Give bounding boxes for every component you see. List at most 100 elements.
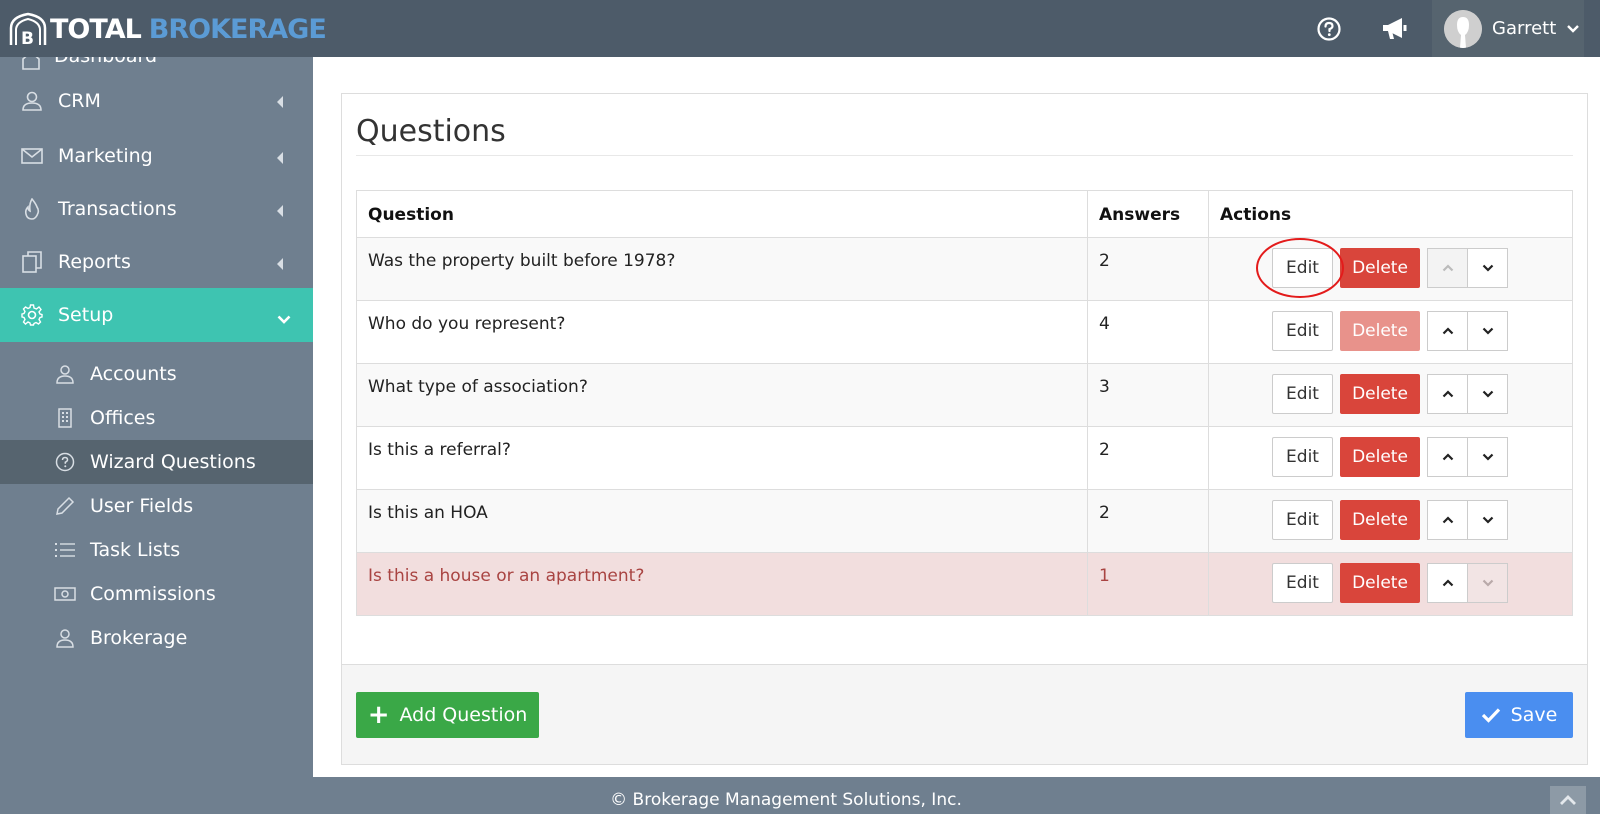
delete-button[interactable]: Delete xyxy=(1340,563,1420,603)
edit-button[interactable]: Edit xyxy=(1272,500,1333,540)
pencil-icon xyxy=(54,495,76,517)
sidebar-item-label: Reports xyxy=(58,250,131,273)
actions-cell: Edit Delete xyxy=(1208,552,1573,616)
avatar xyxy=(1444,9,1482,48)
sidebar-item-marketing[interactable]: Marketing xyxy=(0,129,313,182)
home-icon xyxy=(20,57,42,73)
actions-cell: Edit Delete xyxy=(1208,489,1573,553)
sidebar-item-label: Transactions xyxy=(58,197,177,220)
flame-icon xyxy=(20,197,44,221)
sidebar-item-label: Dashboard xyxy=(54,57,157,67)
sidebar-subitem-label: User Fields xyxy=(90,495,194,517)
sidebar-item-wizard-questions[interactable]: Wizard Questions xyxy=(0,440,313,484)
sidebar-item-label: Marketing xyxy=(58,144,153,167)
chevron-left-icon xyxy=(275,201,285,223)
move-down-button[interactable] xyxy=(1467,563,1508,603)
save-button[interactable]: Save xyxy=(1465,692,1573,738)
sidebar-item-transactions[interactable]: Transactions xyxy=(0,182,313,235)
page-footer: © Brokerage Management Solutions, Inc. xyxy=(0,777,1600,814)
actions-cell: Edit Delete xyxy=(1208,237,1573,301)
move-down-button[interactable] xyxy=(1467,500,1508,540)
sidebar-item-brokerage[interactable]: Brokerage xyxy=(0,616,313,660)
actions-cell: Edit Delete xyxy=(1208,426,1573,490)
plus-icon: + xyxy=(367,700,390,730)
move-up-button[interactable] xyxy=(1427,437,1468,477)
sidebar-item-commissions[interactable]: Commissions xyxy=(0,572,313,616)
chevron-up-icon xyxy=(1442,327,1453,335)
brand-logo[interactable]: B TOTAL BROKERAGE xyxy=(8,10,327,49)
chevron-down-icon xyxy=(1566,19,1580,38)
question-cell: What type of association? xyxy=(356,363,1088,427)
sidebar-item-setup[interactable]: Setup xyxy=(0,288,313,342)
user-icon xyxy=(54,363,76,385)
sidebar-item-accounts[interactable]: Accounts xyxy=(0,352,313,396)
chevron-up-icon xyxy=(1442,579,1453,587)
chevron-left-icon xyxy=(275,92,285,114)
chevron-up-icon xyxy=(1442,264,1453,272)
save-label: Save xyxy=(1510,704,1558,726)
sidebar-item-label: CRM xyxy=(58,90,101,112)
actions-cell: Edit Delete xyxy=(1208,300,1573,364)
sidebar-subitem-label: Task Lists xyxy=(90,539,181,561)
move-down-button[interactable] xyxy=(1467,437,1508,477)
delete-button[interactable]: Delete xyxy=(1340,374,1420,414)
sidebar-subitem-label: Commissions xyxy=(90,583,216,605)
questions-table: Question Answers Actions Was the propert… xyxy=(356,190,1573,616)
megaphone-icon[interactable] xyxy=(1380,14,1410,44)
move-down-button[interactable] xyxy=(1467,248,1508,288)
divider xyxy=(356,155,1573,156)
table-row: Was the property built before 1978? 2 Ed… xyxy=(356,237,1573,301)
answers-cell: 2 xyxy=(1087,426,1209,490)
house-logo-icon: B xyxy=(8,11,48,49)
delete-button[interactable]: Delete xyxy=(1340,437,1420,477)
table-row: Is this a referral? 2 Edit Delete xyxy=(356,426,1573,490)
question-cell: Who do you represent? xyxy=(356,300,1088,364)
money-icon xyxy=(54,583,76,605)
user-menu[interactable]: Garrett xyxy=(1432,0,1584,57)
delete-button[interactable]: Delete xyxy=(1340,311,1420,351)
edit-button[interactable]: Edit xyxy=(1272,374,1333,414)
questions-panel: Questions Question Answers Actions Was t… xyxy=(341,93,1588,765)
sidebar-subitem-label: Brokerage xyxy=(90,627,188,649)
move-up-button[interactable] xyxy=(1427,500,1468,540)
delete-button[interactable]: Delete xyxy=(1340,248,1420,288)
edit-button[interactable]: Edit xyxy=(1272,311,1333,351)
move-down-button[interactable] xyxy=(1467,311,1508,351)
question-circle-icon[interactable] xyxy=(1314,14,1344,44)
chevron-down-icon xyxy=(1482,390,1493,398)
edit-button[interactable]: Edit xyxy=(1272,437,1333,477)
answers-cell: 1 xyxy=(1087,552,1209,616)
scroll-to-top-button[interactable] xyxy=(1550,786,1586,814)
sidebar-subitem-label: Offices xyxy=(90,407,156,429)
move-up-button[interactable] xyxy=(1427,374,1468,414)
sidebar-item-dashboard[interactable]: Dashboard xyxy=(0,57,313,73)
move-up-button[interactable] xyxy=(1427,563,1468,603)
svg-text:B: B xyxy=(21,29,34,47)
move-down-button[interactable] xyxy=(1467,374,1508,414)
answers-cell: 3 xyxy=(1087,363,1209,427)
sidebar-item-task-lists[interactable]: Task Lists xyxy=(0,528,313,572)
table-row: Is this an HOA 2 Edit Delete xyxy=(356,489,1573,553)
column-header-question: Question xyxy=(356,190,1088,238)
chevron-up-icon xyxy=(1442,390,1453,398)
panel-footer: + Add Question Save xyxy=(342,664,1587,764)
move-up-button[interactable] xyxy=(1427,311,1468,351)
move-up-button[interactable] xyxy=(1427,248,1468,288)
table-row: Who do you represent? 4 Edit Delete xyxy=(356,300,1573,364)
edit-button[interactable]: Edit xyxy=(1272,563,1333,603)
chevron-down-icon xyxy=(1482,453,1493,461)
user-icon xyxy=(54,627,76,649)
sidebar-item-user-fields[interactable]: User Fields xyxy=(0,484,313,528)
chevron-left-icon xyxy=(275,148,285,170)
page-title: Questions xyxy=(356,114,506,149)
column-header-answers: Answers xyxy=(1087,190,1209,238)
sidebar-item-crm[interactable]: CRM xyxy=(0,73,313,129)
edit-button[interactable]: Edit xyxy=(1272,248,1333,288)
logo-text-total: TOTAL xyxy=(50,13,142,45)
chevron-down-icon xyxy=(277,308,291,330)
delete-button[interactable]: Delete xyxy=(1340,500,1420,540)
add-question-button[interactable]: + Add Question xyxy=(356,692,539,738)
sidebar-item-reports[interactable]: Reports xyxy=(0,235,313,288)
sidebar-item-label: Setup xyxy=(58,304,114,326)
sidebar-item-offices[interactable]: Offices xyxy=(0,396,313,440)
